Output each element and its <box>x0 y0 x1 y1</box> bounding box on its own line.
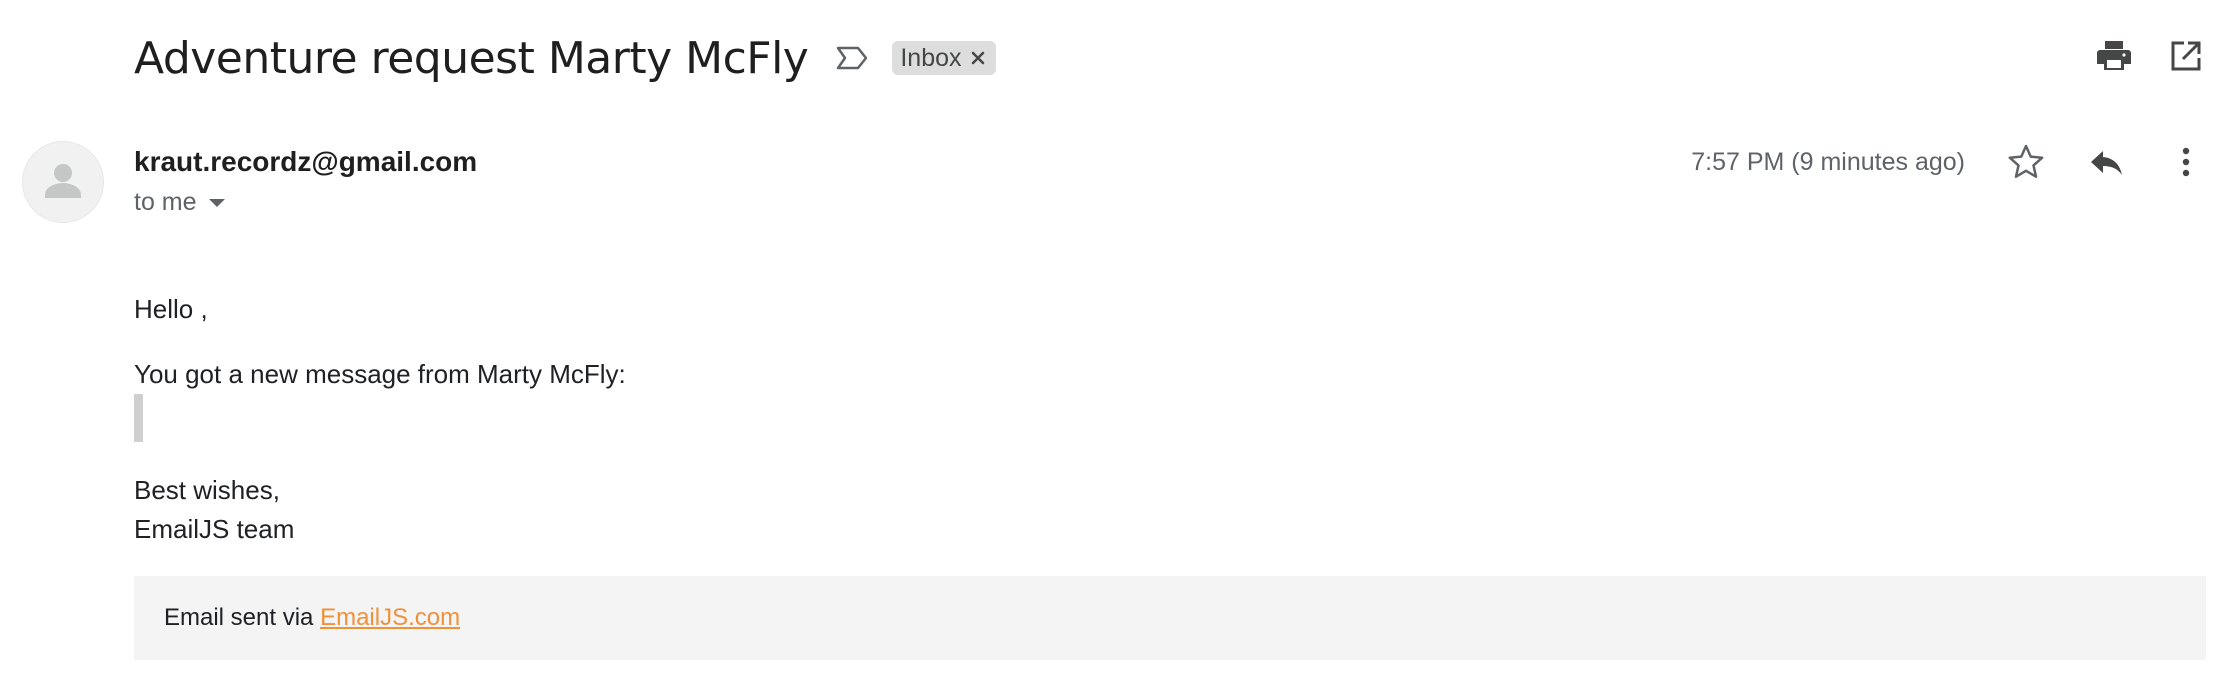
person-icon <box>45 164 81 198</box>
message-blockquote <box>134 394 143 442</box>
more-vert-icon[interactable] <box>2166 142 2206 182</box>
body-signoff: Best wishes, EmailJS team <box>134 471 294 549</box>
reply-icon[interactable] <box>2086 142 2126 182</box>
emailjs-link[interactable]: EmailJS.com <box>320 604 460 631</box>
thread-actions <box>0 36 2236 76</box>
footer-prefix: Email sent via <box>164 604 321 631</box>
footer-text: Email sent via EmailJS.com <box>164 604 460 632</box>
signoff-line-2: EmailJS team <box>134 514 295 544</box>
avatar[interactable] <box>22 141 104 223</box>
print-icon[interactable] <box>2094 36 2134 76</box>
signoff-line-1: Best wishes, <box>134 475 280 505</box>
chevron-down-icon <box>208 198 225 207</box>
sender-address[interactable]: kraut.recordz@gmail.com <box>134 146 477 178</box>
recipient-text: to me <box>134 188 197 216</box>
recipient-details-toggle[interactable]: to me <box>134 188 225 217</box>
body-greeting: Hello , <box>134 294 208 324</box>
open-in-new-window-icon[interactable] <box>2166 36 2206 76</box>
email-footer: Email sent via EmailJS.com <box>134 576 2206 660</box>
body-intro: You got a new message from Marty McFly: <box>134 359 626 389</box>
message-timestamp: 7:57 PM (9 minutes ago) <box>1691 148 1965 176</box>
star-icon[interactable] <box>2006 142 2046 182</box>
